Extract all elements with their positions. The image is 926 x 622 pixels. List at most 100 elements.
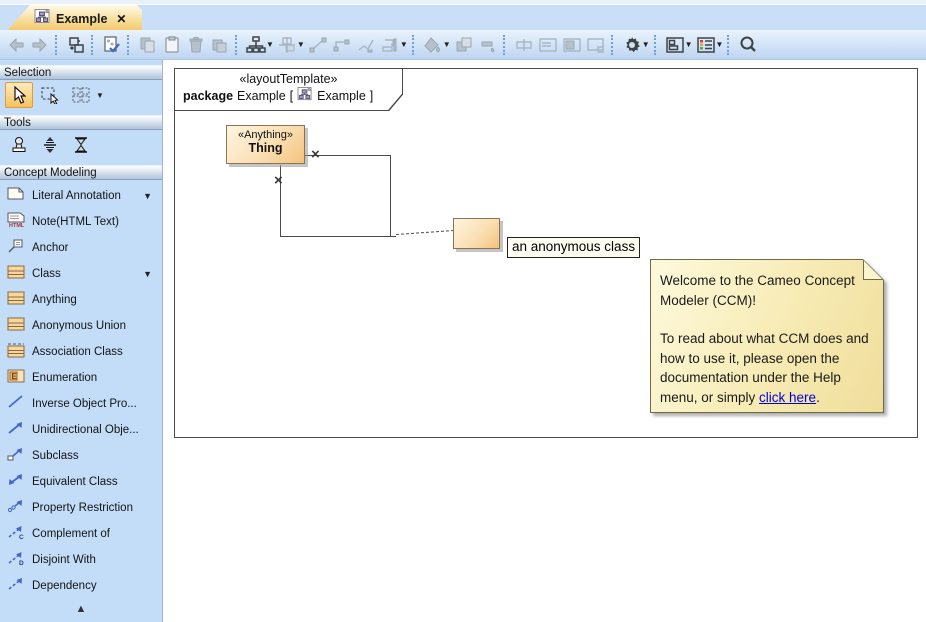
palette-item-subclass[interactable]: Subclass xyxy=(0,443,162,469)
thing-stereotype: «Anything» xyxy=(227,129,304,141)
palette-item-unidirectional-object-property[interactable]: Unidirectional Obje... xyxy=(0,417,162,443)
section-header-tools[interactable]: Tools xyxy=(0,115,162,130)
forward-icon[interactable] xyxy=(28,33,52,57)
vertical-compress-icon[interactable] xyxy=(67,132,95,158)
palette-item-note-html[interactable]: HTML Note(HTML Text) xyxy=(0,209,162,235)
class-dropdown-icon[interactable]: ▼ xyxy=(143,269,152,279)
toolbar-separator xyxy=(654,35,658,55)
note-paragraph-2: To read about what CCM does and how to u… xyxy=(660,329,870,407)
palette-item-dependency[interactable]: Dependency xyxy=(0,573,162,599)
palette-item-inverse-object-property[interactable]: Inverse Object Pro... xyxy=(0,391,162,417)
display-options-gear-icon[interactable] xyxy=(620,33,644,57)
stamp-mode-icon[interactable] xyxy=(5,132,33,158)
draw-oblique-path-icon[interactable] xyxy=(354,33,378,57)
palette-item-literal-annotation[interactable]: Literal Annotation ▼ xyxy=(0,183,162,209)
frame-stereotype: «layoutTemplate» xyxy=(175,72,402,86)
layout-dropdown-icon[interactable]: ▼ xyxy=(266,40,274,49)
palette-item-disjoint-with[interactable]: D Disjoint With xyxy=(0,547,162,573)
diagram-canvas[interactable]: «layoutTemplate» package Example [ Examp… xyxy=(164,60,926,622)
association-edge-right[interactable] xyxy=(390,155,391,237)
tab-example[interactable]: Example ✕ xyxy=(6,5,142,32)
show-window-icon[interactable] xyxy=(584,33,608,57)
package-frame-header[interactable]: «layoutTemplate» package Example [ Examp… xyxy=(174,68,403,111)
layout-hierarchy-icon[interactable] xyxy=(244,33,268,57)
palette-item-association-class[interactable]: Association Class xyxy=(0,339,162,365)
association-end-x-marker: × xyxy=(274,174,283,188)
anonymous-class-dashed-edge[interactable] xyxy=(396,230,454,235)
note-paragraph-1: Welcome to the Cameo Concept Modeler (CC… xyxy=(660,271,870,310)
vertical-spread-icon[interactable] xyxy=(36,132,64,158)
select-in-containment-tree-icon[interactable] xyxy=(64,33,88,57)
make-same-width-icon[interactable] xyxy=(512,33,536,57)
section-header-selection[interactable]: Selection xyxy=(0,65,162,80)
svg-text:D: D xyxy=(19,560,24,566)
dashed-arrow-c-icon: C xyxy=(7,524,25,545)
palette-item-anchor[interactable]: Anchor xyxy=(0,235,162,261)
palette-scroll-up-icon[interactable]: ▲ xyxy=(0,603,162,615)
legend-icon[interactable] xyxy=(694,33,718,57)
fill-color-dropdown-icon[interactable]: ▼ xyxy=(443,40,451,49)
welcome-note[interactable]: Welcome to the Cameo Concept Modeler (CC… xyxy=(650,259,884,413)
display-options-dropdown-icon[interactable]: ▼ xyxy=(642,40,650,49)
format-painter-icon[interactable] xyxy=(476,33,500,57)
diagram-layout-icon[interactable] xyxy=(663,33,687,57)
click-here-link[interactable]: click here xyxy=(759,390,816,405)
paste-icon[interactable] xyxy=(160,33,184,57)
reset-edges-dropdown-icon[interactable]: ▼ xyxy=(400,40,408,49)
property-restriction-arrow-icon xyxy=(7,498,25,518)
reset-edges-icon[interactable] xyxy=(378,33,402,57)
literal-annotation-icon xyxy=(7,186,25,206)
palette-item-anything[interactable]: Anything xyxy=(0,287,162,313)
draw-path-icon[interactable] xyxy=(330,33,354,57)
section-header-concept-modeling[interactable]: Concept Modeling xyxy=(0,165,162,180)
palette-item-class[interactable]: Class ▼ xyxy=(0,261,162,287)
association-end-x-marker: × xyxy=(311,148,320,162)
diagram-layout-dropdown-icon[interactable]: ▼ xyxy=(685,40,693,49)
palette-item-equivalent-class[interactable]: Equivalent Class xyxy=(0,469,162,495)
paste-with-style-icon[interactable] xyxy=(208,33,232,57)
thing-class-shape[interactable]: «Anything» Thing xyxy=(226,125,305,164)
palette-item-complement-of[interactable]: C Complement of xyxy=(0,521,162,547)
palette-sidebar: Selection ▼ Tools Concept xyxy=(0,60,163,622)
literal-annotation-dropdown-icon[interactable]: ▼ xyxy=(143,191,152,201)
toolbar-separator xyxy=(503,35,507,55)
dashed-arrow-d-icon: D xyxy=(7,550,25,571)
anonymous-class-shape[interactable] xyxy=(453,218,500,249)
marquee-select-icon[interactable] xyxy=(36,82,64,108)
multi-select-icon[interactable] xyxy=(67,82,95,108)
palette-item-property-restriction[interactable]: Property Restriction xyxy=(0,495,162,521)
validate-diagram-icon[interactable] xyxy=(100,33,124,57)
image-shape-icon[interactable] xyxy=(560,33,584,57)
align-dropdown-icon[interactable]: ▼ xyxy=(297,40,305,49)
association-edge-bottom[interactable] xyxy=(280,236,396,237)
draw-line-icon[interactable] xyxy=(306,33,330,57)
class-icon xyxy=(7,317,25,336)
blue-arrow-icon xyxy=(7,420,25,440)
welcome-note-text: Welcome to the Cameo Concept Modeler (CC… xyxy=(660,271,870,407)
thing-name: Thing xyxy=(227,141,304,155)
legend-dropdown-icon[interactable]: ▼ xyxy=(716,40,724,49)
toolbar-separator xyxy=(55,35,59,55)
align-shapes-icon[interactable] xyxy=(275,33,299,57)
back-icon[interactable] xyxy=(4,33,28,57)
delete-icon[interactable] xyxy=(184,33,208,57)
tools-tool-row xyxy=(0,130,162,160)
enumeration-icon: E xyxy=(7,369,25,388)
compartments-icon[interactable] xyxy=(536,33,560,57)
select-cursor-icon[interactable] xyxy=(5,82,33,108)
frame-title: package Example [ Example ] xyxy=(175,87,402,104)
frame-keyword: package xyxy=(183,89,233,103)
zoom-search-icon[interactable] xyxy=(736,33,760,57)
association-class-icon xyxy=(7,342,25,363)
palette-item-enumeration[interactable]: E Enumeration xyxy=(0,365,162,391)
copy-icon[interactable] xyxy=(136,33,160,57)
multi-select-dropdown-icon[interactable]: ▼ xyxy=(96,91,104,100)
toolbar-separator xyxy=(235,35,239,55)
anonymous-class-label[interactable]: an anonymous class xyxy=(507,237,640,258)
frame-ref-name: Example xyxy=(317,89,366,103)
palette-item-anonymous-union[interactable]: Anonymous Union xyxy=(0,313,162,339)
bring-forward-icon[interactable] xyxy=(452,33,476,57)
fill-color-icon[interactable] xyxy=(421,33,445,57)
diagram-tab-bar: Example ✕ xyxy=(0,5,926,30)
tab-close-icon[interactable]: ✕ xyxy=(116,12,126,26)
